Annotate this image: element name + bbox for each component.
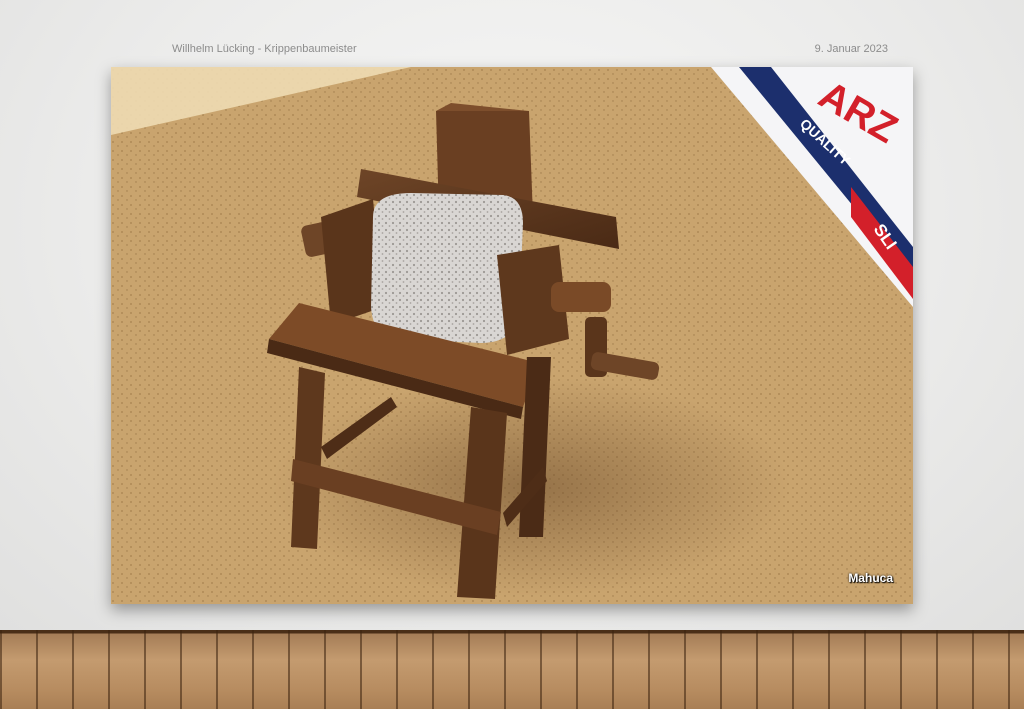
grinding-stone-photo: QUALITY ARZ SLI Mahuca [111, 67, 913, 604]
slide-author: Willhelm Lücking - Krippenbaumeister [172, 43, 357, 55]
slide-date: 9. Januar 2023 [814, 43, 888, 55]
wood-floor [0, 630, 1024, 709]
photo-watermark: Mahuca [848, 571, 893, 585]
photo-scene: QUALITY ARZ SLI [111, 67, 913, 604]
slide: Willhelm Lücking - Krippenbaumeister 9. … [0, 0, 1024, 630]
